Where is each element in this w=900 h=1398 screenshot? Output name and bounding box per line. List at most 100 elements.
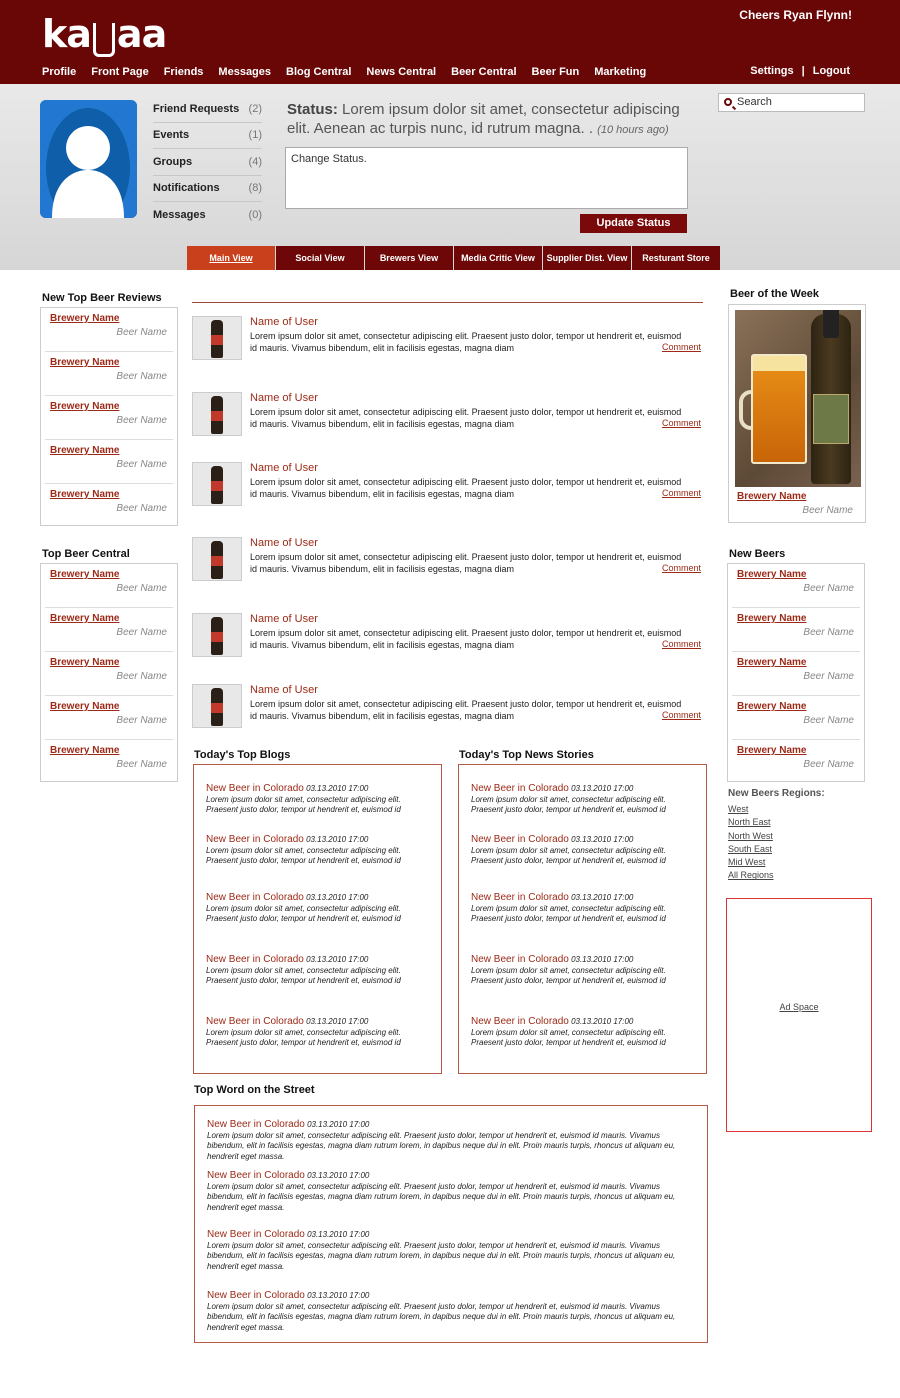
feed-item: Name of User Lorem ipsum dolor sit amet,… (192, 613, 704, 663)
comment-link[interactable]: Comment (662, 418, 701, 428)
blog-item: New Beer in Colorado 03.13.2010 17:00 Lor… (206, 783, 432, 816)
feed-user-name[interactable]: Name of User (250, 684, 318, 696)
brewery-link[interactable]: Brewery Name (50, 657, 119, 668)
beer-bottle-thumbnail[interactable] (192, 316, 242, 360)
brewery-link[interactable]: Brewery Name (50, 613, 119, 624)
street-title-link[interactable]: New Beer in Colorado (207, 1290, 305, 1301)
nav-blog-central[interactable]: Blog Central (286, 66, 351, 78)
messages-row[interactable]: Messages (0) (153, 202, 262, 229)
brewery-link[interactable]: Brewery Name (50, 401, 119, 412)
blog-title-link[interactable]: New Beer in Colorado (206, 892, 304, 903)
ad-space[interactable]: Ad Space (726, 898, 872, 1132)
groups-row[interactable]: Groups (4) (153, 149, 262, 176)
brewery-link[interactable]: Brewery Name (50, 569, 119, 580)
nav-beer-fun[interactable]: Beer Fun (532, 66, 580, 78)
comment-link[interactable]: Comment (662, 710, 701, 720)
beer-bottle-thumbnail[interactable] (192, 462, 242, 506)
news-title-link[interactable]: New Beer in Colorado (471, 892, 569, 903)
beer-bottle-thumbnail[interactable] (192, 537, 242, 581)
tab-supplier-dist-view[interactable]: Supplier Dist. View (543, 246, 631, 270)
kabaa-logo[interactable]: ka aa (42, 6, 167, 62)
update-status-button[interactable]: Update Status (580, 214, 687, 233)
brewery-link[interactable]: Brewery Name (737, 745, 806, 756)
events-row[interactable]: Events (1) (153, 123, 262, 149)
comment-link[interactable]: Comment (662, 639, 701, 649)
beer-of-week-box: Brewery Name Beer Name (728, 304, 866, 523)
nav-news-central[interactable]: News Central (366, 66, 436, 78)
feed-user-name[interactable]: Name of User (250, 462, 318, 474)
news-title-link[interactable]: New Beer in Colorado (471, 954, 569, 965)
region-link-mid-west[interactable]: Mid West (728, 856, 825, 869)
brewery-link[interactable]: Brewery Name (737, 569, 806, 580)
friend-requests-row[interactable]: Friend Requests (2) (153, 96, 262, 123)
beer-name: Beer Name (803, 715, 854, 726)
tab-resturant-store[interactable]: Resturant Store (632, 246, 720, 270)
brewery-link[interactable]: Brewery Name (50, 357, 119, 368)
brewery-link[interactable]: Brewery Name (50, 313, 119, 324)
brewery-link[interactable]: Brewery Name (737, 613, 806, 624)
blog-title-link[interactable]: New Beer in Colorado (206, 783, 304, 794)
ad-space-label[interactable]: Ad Space (727, 1002, 871, 1012)
feed-user-name[interactable]: Name of User (250, 392, 318, 404)
news-text: Lorem ipsum dolor sit amet, consectetur … (471, 845, 666, 866)
street-date: 03.13.2010 17:00 (307, 1230, 370, 1239)
news-title-link[interactable]: New Beer in Colorado (471, 783, 569, 794)
tab-main-view[interactable]: Main View (187, 246, 275, 270)
beer-name: Beer Name (116, 503, 167, 514)
search-input[interactable]: Search (718, 93, 865, 112)
blog-title-link[interactable]: New Beer in Colorado (206, 834, 304, 845)
logo-prefix: ka (42, 12, 92, 56)
list-item: Brewery Name Beer Name (45, 740, 173, 784)
brewery-link[interactable]: Brewery Name (50, 445, 119, 456)
beer-of-week-image[interactable] (735, 310, 861, 487)
news-title-link[interactable]: New Beer in Colorado (471, 1016, 569, 1027)
notifications-row[interactable]: Notifications (8) (153, 176, 262, 202)
comment-link[interactable]: Comment (662, 488, 701, 498)
brewery-link[interactable]: Brewery Name (50, 701, 119, 712)
blog-date: 03.13.2010 17:00 (306, 893, 369, 902)
top-reviews-list: Brewery Name Beer Name Brewery Name Beer N… (40, 307, 178, 526)
comment-link[interactable]: Comment (662, 342, 701, 352)
nav-front-page[interactable]: Front Page (91, 66, 148, 78)
beer-bottle-thumbnail[interactable] (192, 613, 242, 657)
nav-messages[interactable]: Messages (218, 66, 271, 78)
nav-profile[interactable]: Profile (42, 66, 76, 78)
count-label: Groups (153, 155, 193, 168)
beer-name: Beer Name (803, 671, 854, 682)
blog-title-link[interactable]: New Beer in Colorado (206, 954, 304, 965)
settings-link[interactable]: Settings (750, 65, 793, 77)
blog-title-link[interactable]: New Beer in Colorado (206, 1016, 304, 1027)
logout-link[interactable]: Logout (813, 65, 850, 77)
news-title-link[interactable]: New Beer in Colorado (471, 834, 569, 845)
comment-link[interactable]: Comment (662, 563, 701, 573)
brewery-link[interactable]: Brewery Name (737, 491, 806, 502)
brewery-link[interactable]: Brewery Name (50, 745, 119, 756)
feed-user-name[interactable]: Name of User (250, 613, 318, 625)
beer-bottle-thumbnail[interactable] (192, 392, 242, 436)
status-input[interactable]: Change Status. (285, 147, 688, 209)
nav-beer-central[interactable]: Beer Central (451, 66, 516, 78)
street-title-link[interactable]: New Beer in Colorado (207, 1119, 305, 1130)
nav-marketing[interactable]: Marketing (594, 66, 646, 78)
avatar[interactable] (40, 100, 137, 218)
street-title-link[interactable]: New Beer in Colorado (207, 1229, 305, 1240)
brewery-link[interactable]: Brewery Name (50, 489, 119, 500)
region-link-west[interactable]: West (728, 803, 825, 816)
tab-brewers-view[interactable]: Brewers View (365, 246, 453, 270)
feed-user-name[interactable]: Name of User (250, 316, 318, 328)
feed-user-name[interactable]: Name of User (250, 537, 318, 549)
feed-text: Lorem ipsum dolor sit amet, consectetur … (250, 407, 682, 429)
region-link-north-east[interactable]: North East (728, 816, 825, 829)
region-link-north-west[interactable]: North West (728, 830, 825, 843)
street-title-link[interactable]: New Beer in Colorado (207, 1170, 305, 1181)
beer-bottle-thumbnail[interactable] (192, 684, 242, 728)
region-link-south-east[interactable]: South East (728, 843, 825, 856)
brewery-link[interactable]: Brewery Name (737, 701, 806, 712)
brewery-link[interactable]: Brewery Name (737, 657, 806, 668)
region-link-all[interactable]: All Regions (728, 869, 825, 882)
nav-friends[interactable]: Friends (164, 66, 204, 78)
news-date: 03.13.2010 17:00 (571, 784, 634, 793)
tab-social-view[interactable]: Social View (276, 246, 364, 270)
beer-of-week-title: Beer of the Week (730, 288, 820, 300)
tab-media-critic-view[interactable]: Media Critic View (454, 246, 542, 270)
